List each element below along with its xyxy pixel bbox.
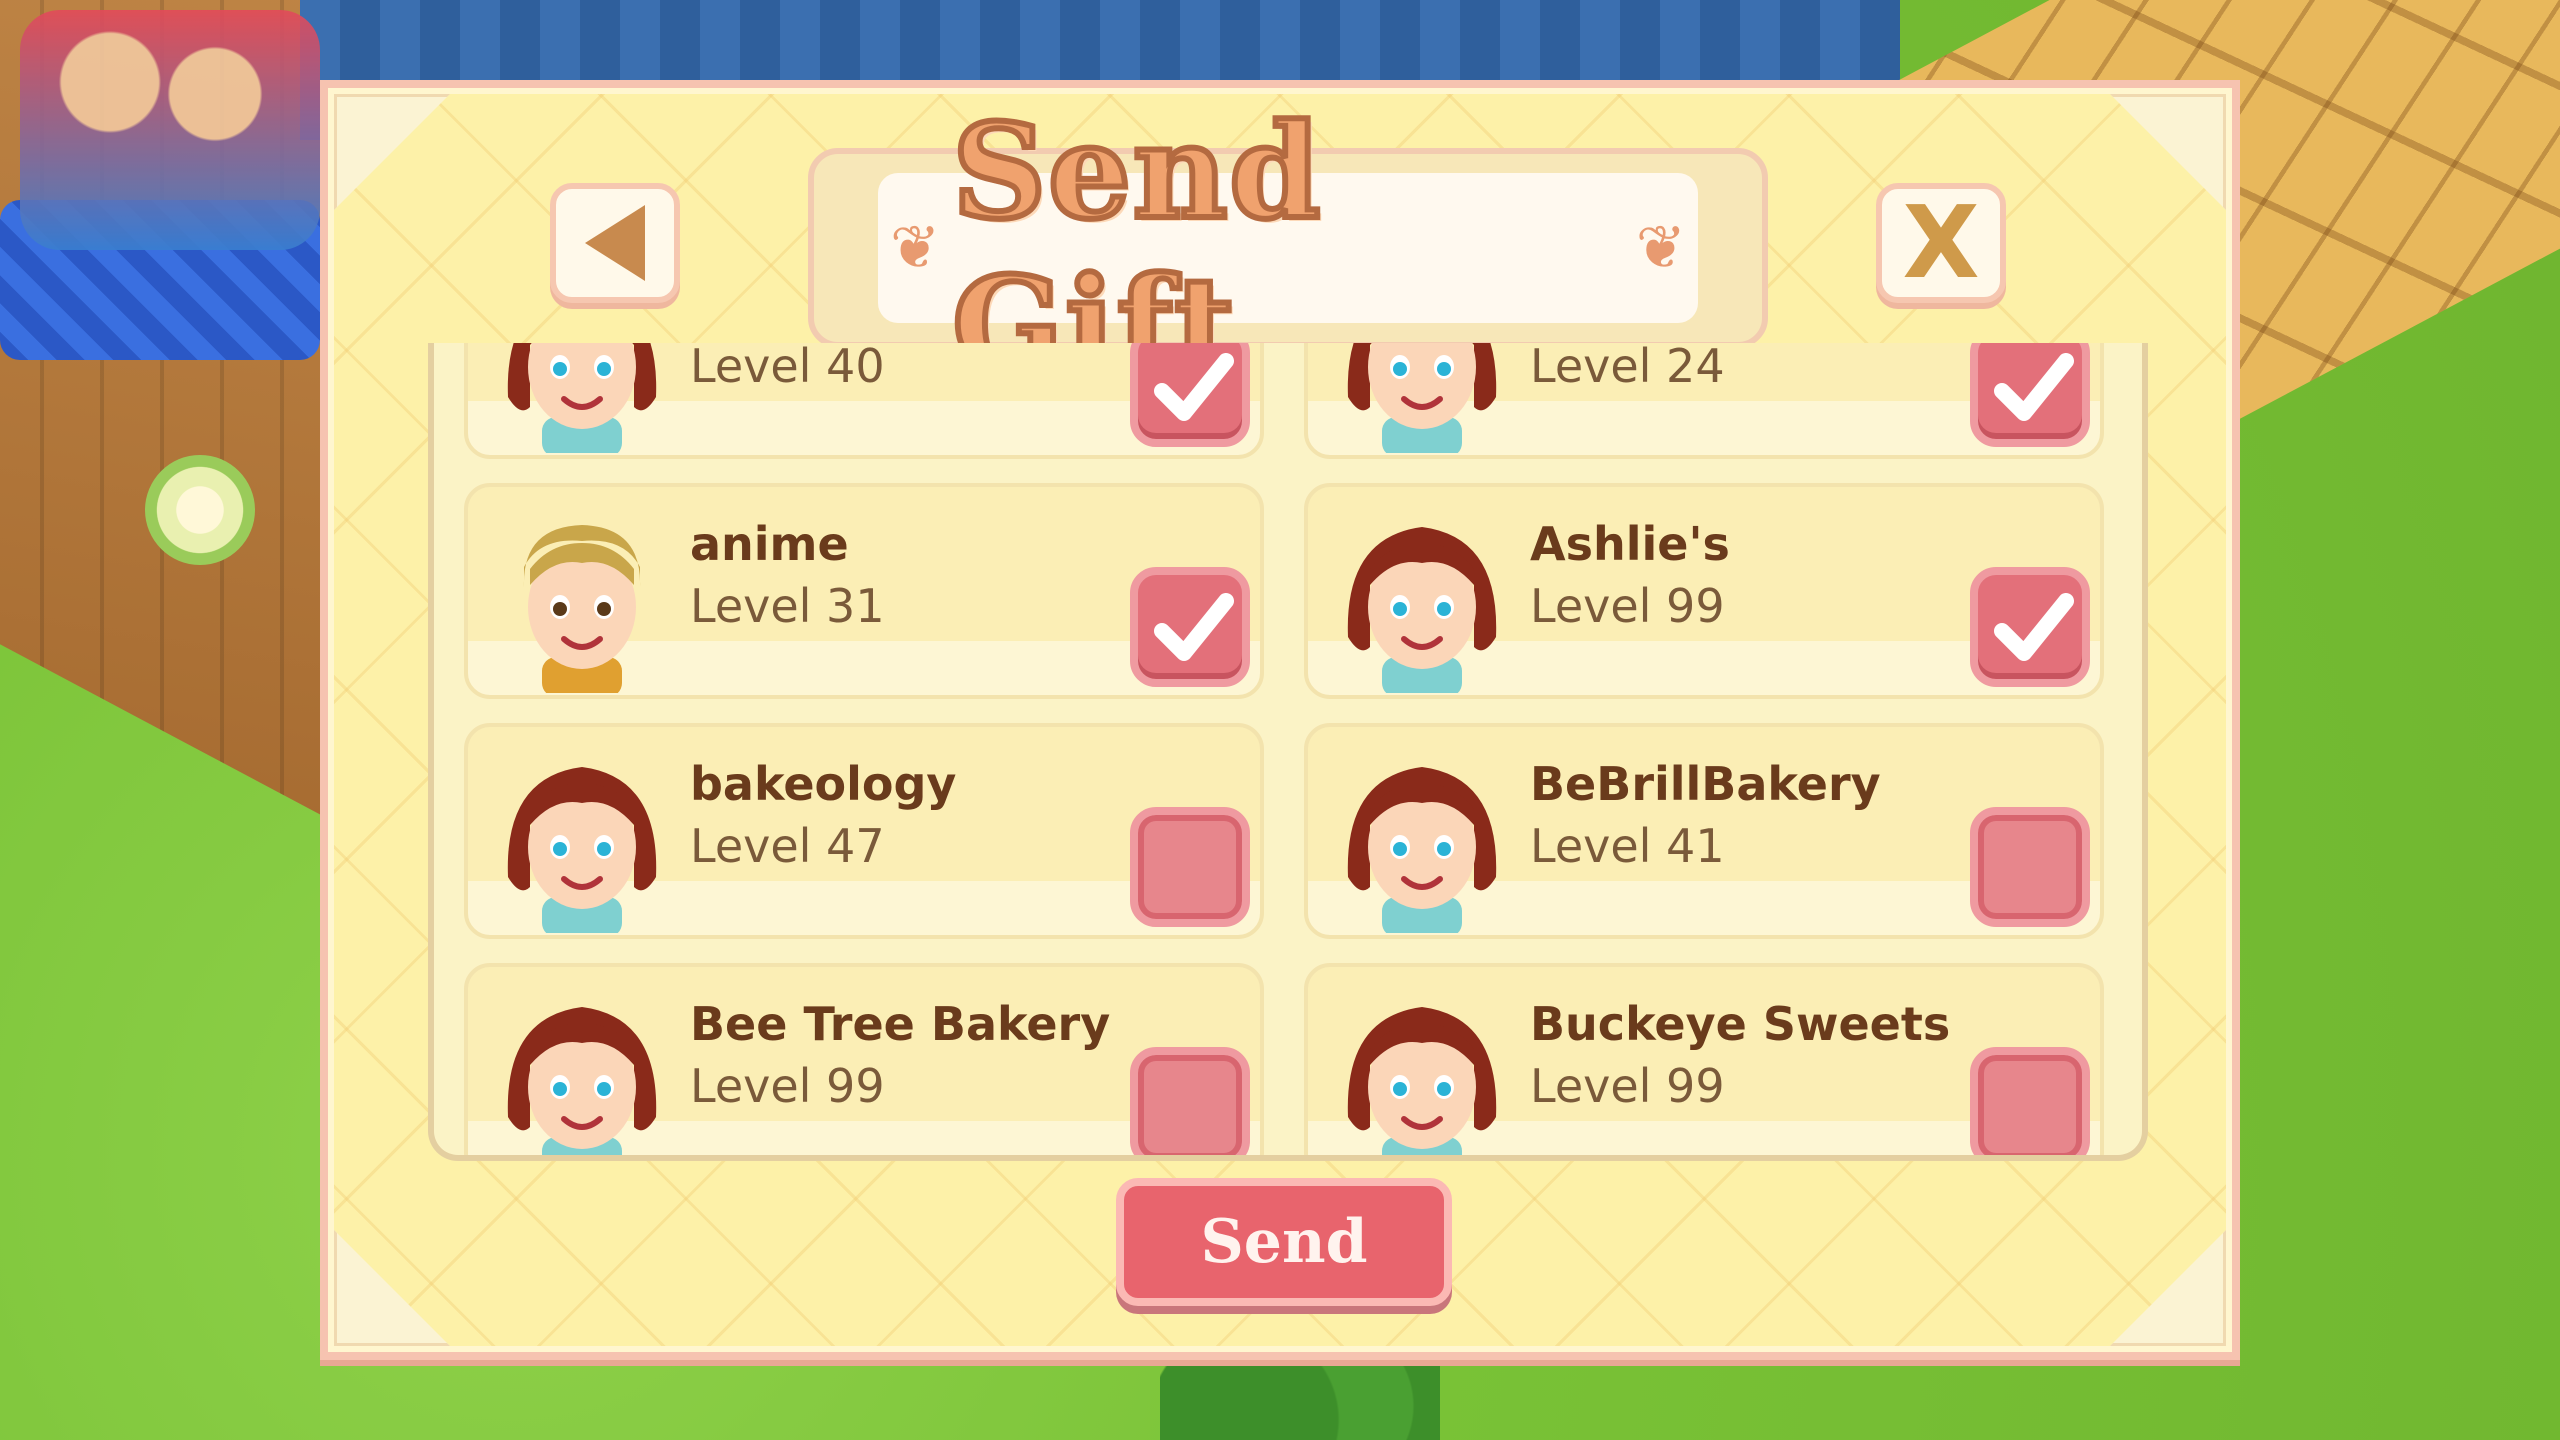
- friend-card[interactable]: Buckeye Sweets Level 99: [1304, 963, 2104, 1155]
- girl-avatar-icon: [507, 767, 657, 937]
- avatar-1: [1334, 343, 1510, 457]
- reading-kids-decoration: [20, 10, 320, 250]
- friend-name: Buckeye Sweets: [1530, 997, 1951, 1051]
- select-checkbox[interactable]: [1970, 343, 2090, 447]
- friend-name: bakeology: [690, 757, 957, 811]
- close-icon: X: [1902, 184, 1980, 301]
- checkmark-icon: [1994, 593, 2074, 661]
- girl-avatar-icon: [1347, 767, 1497, 937]
- checkmark-icon: [1154, 353, 1234, 421]
- select-checkbox[interactable]: [1130, 567, 1250, 687]
- corner-ornament: [2110, 94, 2226, 210]
- close-button[interactable]: X: [1876, 183, 2006, 303]
- select-checkbox[interactable]: [1970, 807, 2090, 927]
- boy-avatar-icon: [523, 525, 641, 697]
- friend-card[interactable]: Bee Tree Bakery Level 99: [464, 963, 1264, 1155]
- friend-list[interactable]: Level 40 Level 24 anime Level 31 Ashlie'…: [428, 343, 2148, 1161]
- girl-avatar-icon: [1347, 343, 1497, 457]
- flourish-icon: ❦: [1635, 213, 1686, 283]
- send-button[interactable]: Send: [1116, 1178, 1452, 1306]
- title-plate: ❦ Send Gift ❦: [808, 92, 1768, 404]
- friend-level: Level 99: [1530, 1059, 1725, 1113]
- select-checkbox[interactable]: [1130, 1047, 1250, 1155]
- friend-name: BeBrillBakery: [1530, 757, 1881, 811]
- checkmark-icon: [1994, 353, 2074, 421]
- friend-card[interactable]: bakeology Level 47: [464, 723, 1264, 939]
- back-arrow-icon: [585, 205, 645, 281]
- girl-avatar-icon: [1347, 527, 1497, 697]
- friend-card[interactable]: Level 40: [464, 343, 1264, 459]
- select-checkbox[interactable]: [1130, 343, 1250, 447]
- flower-pot-decoration: [145, 455, 255, 565]
- friend-card[interactable]: BeBrillBakery Level 41: [1304, 723, 2104, 939]
- back-button[interactable]: [550, 183, 680, 303]
- friend-card[interactable]: anime Level 31: [464, 483, 1264, 699]
- send-gift-dialog: ❦ Send Gift ❦ X Level 40 Level 24 anime …: [320, 80, 2240, 1360]
- friend-grid: Level 40 Level 24 anime Level 31 Ashlie'…: [464, 343, 2124, 1155]
- select-checkbox[interactable]: [1970, 567, 2090, 687]
- corner-ornament: [2110, 1230, 2226, 1346]
- friend-name: Bee Tree Bakery: [690, 997, 1111, 1051]
- friend-level: Level 47: [690, 819, 885, 873]
- corner-ornament: [334, 94, 450, 210]
- avatar-0: [494, 343, 670, 457]
- flourish-icon: ❦: [890, 213, 941, 283]
- select-checkbox[interactable]: [1130, 807, 1250, 927]
- avatar-3: [1334, 507, 1510, 697]
- girl-avatar-icon: [507, 1007, 657, 1155]
- select-checkbox[interactable]: [1970, 1047, 2090, 1155]
- friend-level: Level 31: [690, 579, 885, 633]
- corner-ornament: [334, 1230, 450, 1346]
- girl-avatar-icon: [1347, 1007, 1497, 1155]
- avatar-5: [1334, 747, 1510, 937]
- checkmark-icon: [1154, 593, 1234, 661]
- avatar-6: [494, 987, 670, 1155]
- send-button-label: Send: [1200, 1207, 1368, 1277]
- friend-card[interactable]: Ashlie's Level 99: [1304, 483, 2104, 699]
- girl-avatar-icon: [507, 343, 657, 457]
- avatar-2: [494, 507, 670, 697]
- avatar-7: [1334, 987, 1510, 1155]
- friend-level: Level 40: [690, 343, 885, 393]
- bush-decoration: [1160, 1350, 1440, 1440]
- friend-level: Level 99: [690, 1059, 885, 1113]
- friend-name: Ashlie's: [1530, 517, 1730, 571]
- friend-name: anime: [690, 517, 849, 571]
- friend-level: Level 99: [1530, 579, 1725, 633]
- friend-level: Level 24: [1530, 343, 1725, 393]
- avatar-4: [494, 747, 670, 937]
- friend-level: Level 41: [1530, 819, 1725, 873]
- friend-card[interactable]: Level 24: [1304, 343, 2104, 459]
